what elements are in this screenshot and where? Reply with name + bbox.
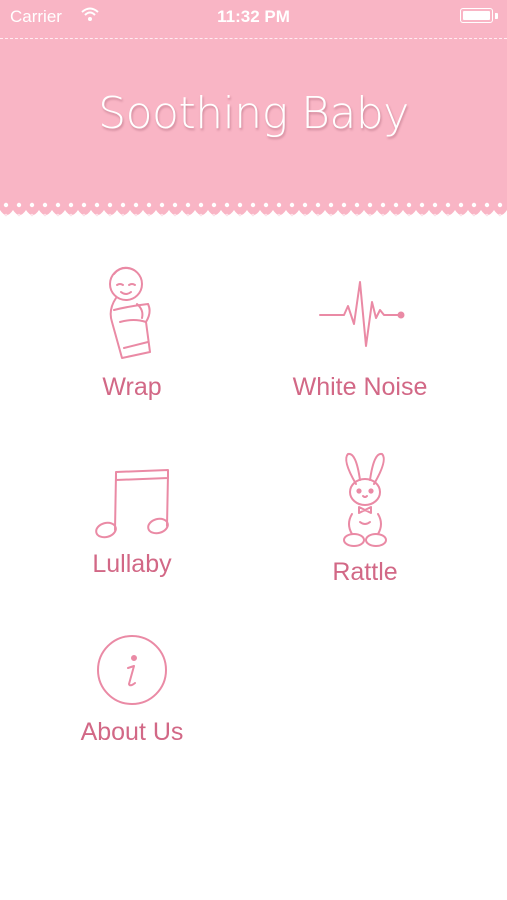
battery-icon: [460, 8, 493, 23]
menu-label: White Noise: [292, 373, 428, 401]
app-header: Carrier 11:32 PM Soothing Baby: [0, 0, 507, 208]
menu-item-white-noise[interactable]: White Noise: [280, 260, 440, 402]
status-bar: Carrier 11:32 PM: [0, 0, 507, 34]
menu-item-about-us[interactable]: About Us: [62, 630, 202, 747]
heartbeat-wave-icon: [319, 281, 405, 347]
menu-item-rattle[interactable]: Rattle: [290, 450, 440, 587]
music-note-icon: [95, 469, 169, 539]
menu-label: Wrap: [102, 373, 162, 401]
swaddled-baby-icon: [109, 266, 151, 359]
app-title: Soothing Baby: [98, 88, 409, 139]
lace-border: [0, 198, 507, 217]
menu-item-lullaby[interactable]: Lullaby: [62, 460, 202, 579]
menu-label: Rattle: [332, 558, 398, 586]
stitch-divider: [0, 38, 507, 39]
info-icon: [97, 635, 167, 705]
battery-nub: [495, 13, 498, 19]
menu-label: About Us: [80, 718, 184, 746]
menu-label: Lullaby: [92, 550, 172, 578]
bunny-rattle-icon: [343, 452, 387, 547]
menu-item-wrap[interactable]: Wrap: [62, 260, 202, 402]
status-time: 11:32 PM: [217, 7, 290, 26]
